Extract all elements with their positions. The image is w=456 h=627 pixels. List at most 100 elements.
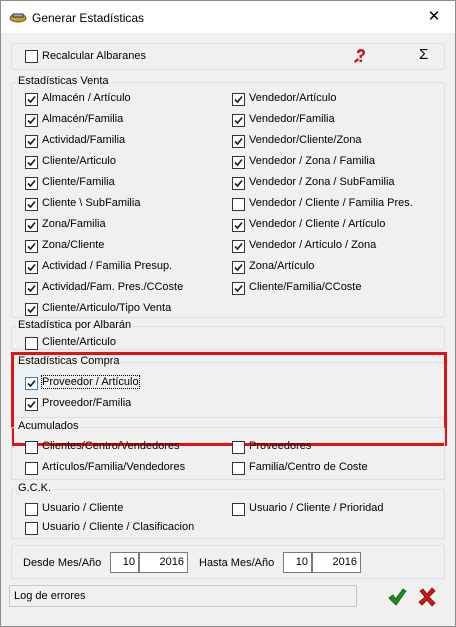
accept-button[interactable] xyxy=(387,587,407,607)
checkbox[interactable] xyxy=(232,462,245,475)
check-icon xyxy=(234,95,243,104)
checkbox[interactable] xyxy=(232,219,245,232)
checkbox[interactable] xyxy=(25,282,38,295)
hasta-mes-field[interactable]: 10 xyxy=(283,552,312,573)
checkbox-label: Vendedor / Cliente / Artículo xyxy=(249,218,386,230)
checkbox-label: Vendedor/Cliente/Zona xyxy=(249,134,362,146)
checkbox[interactable] xyxy=(25,93,38,106)
checkbox-label: Actividad/Familia xyxy=(42,134,126,146)
checkbox-label: Vendedor / Zona / Familia xyxy=(249,155,375,167)
checkbox[interactable] xyxy=(25,441,38,454)
window-title: Generar Estadísticas xyxy=(32,11,145,25)
checkbox-label: Zona/Familia xyxy=(42,218,106,230)
sigma-icon[interactable]: Σ xyxy=(419,46,428,63)
check-icon xyxy=(27,200,36,209)
recalcular-checkbox[interactable] xyxy=(25,50,38,63)
checkbox-label: Vendedor/Familia xyxy=(249,113,335,125)
error-log-bar[interactable]: Log de errores xyxy=(9,585,357,607)
checkbox-label: Almacén/Familia xyxy=(42,113,124,125)
title-bar: Generar Estadísticas ✕ xyxy=(1,1,455,33)
checkbox[interactable] xyxy=(232,441,245,454)
checkbox-label: Cliente/Familia xyxy=(42,176,115,188)
checkbox-label: Zona/Cliente xyxy=(42,239,105,251)
checkbox-label: Vendedor / Artículo / Zona xyxy=(249,239,377,251)
checkbox-label: Zona/Artículo xyxy=(249,260,315,272)
checkbox[interactable] xyxy=(25,156,38,169)
checkbox[interactable] xyxy=(25,219,38,232)
checkbox-label: Vendedor/Artículo xyxy=(249,92,337,104)
checkbox[interactable] xyxy=(232,135,245,148)
check-icon xyxy=(27,305,36,314)
checkbox-label: Proveedores xyxy=(249,440,312,452)
close-button[interactable]: ✕ xyxy=(413,1,455,33)
checkbox-label: Artículos/Familia/Vendedores xyxy=(42,461,186,473)
app-icon xyxy=(9,13,27,23)
checkbox[interactable] xyxy=(232,114,245,127)
hasta-anio-field[interactable]: 2016 xyxy=(312,552,361,573)
gck-group-title: G.C.K. xyxy=(16,482,54,494)
checkbox-label: Vendedor / Zona / SubFamilia xyxy=(249,176,395,188)
checkbox-label: Cliente/Articulo xyxy=(42,336,116,348)
check-icon xyxy=(27,221,36,230)
help-button[interactable] xyxy=(353,48,369,64)
checkbox[interactable] xyxy=(25,114,38,127)
checkbox-label: Vendedor / Cliente / Familia Pres. xyxy=(249,197,413,209)
check-icon xyxy=(27,95,36,104)
checkbox-label: Cliente/Articulo xyxy=(42,155,116,167)
check-icon xyxy=(27,179,36,188)
recalcular-label: Recalcular Albaranes xyxy=(42,50,146,62)
error-log-label: Log de errores xyxy=(14,590,86,602)
checkbox[interactable] xyxy=(232,198,245,211)
dialog-window: Generar Estadísticas ✕ Recalcular Albara… xyxy=(0,0,456,627)
albaran-group-title: Estadística por Albarán xyxy=(16,319,134,331)
check-icon xyxy=(27,116,36,125)
checkbox-label: Actividad / Familia Presup. xyxy=(42,260,173,272)
check-icon xyxy=(27,242,36,251)
checkbox[interactable] xyxy=(232,177,245,190)
venta-group-title: Estadísticas Venta xyxy=(16,75,111,87)
hasta-label: Hasta Mes/Año xyxy=(199,557,275,569)
checkbox[interactable] xyxy=(232,156,245,169)
checkbox[interactable] xyxy=(25,261,38,274)
desde-anio-field[interactable]: 2016 xyxy=(139,552,188,573)
checkbox-label: Cliente/Familia/CCoste xyxy=(249,281,362,293)
cancel-x-icon xyxy=(418,587,436,607)
check-icon xyxy=(27,158,36,167)
checkbox-label: Cliente \ SubFamilia xyxy=(42,197,141,209)
checkbox[interactable] xyxy=(25,240,38,253)
checkbox[interactable] xyxy=(232,93,245,106)
checkbox[interactable] xyxy=(232,261,245,274)
check-icon xyxy=(234,179,243,188)
check-icon xyxy=(234,221,243,230)
checkbox[interactable] xyxy=(232,282,245,295)
checkbox[interactable] xyxy=(25,135,38,148)
checkbox[interactable] xyxy=(25,522,38,535)
cancel-button[interactable] xyxy=(417,587,437,607)
check-icon xyxy=(234,242,243,251)
checkbox[interactable] xyxy=(232,240,245,253)
checkbox[interactable] xyxy=(25,503,38,516)
check-icon xyxy=(234,263,243,272)
check-icon xyxy=(27,137,36,146)
check-mark-icon xyxy=(388,588,407,606)
checkbox[interactable] xyxy=(25,337,38,350)
checkbox-label: Clientes/Centro/Vendedores xyxy=(42,440,180,452)
checkbox-label: Usuario / Cliente / Prioridad xyxy=(249,502,384,514)
checkbox[interactable] xyxy=(25,198,38,211)
checkbox-label: Usuario / Cliente xyxy=(42,502,124,514)
check-icon xyxy=(234,158,243,167)
help-icon xyxy=(354,49,365,63)
check-icon xyxy=(234,137,243,146)
check-icon xyxy=(234,116,243,125)
checkbox[interactable] xyxy=(232,503,245,516)
checkbox[interactable] xyxy=(25,177,38,190)
close-icon: ✕ xyxy=(427,8,441,25)
checkbox[interactable] xyxy=(25,462,38,475)
acumulados-group-title: Acumulados xyxy=(16,420,81,432)
desde-label: Desde Mes/Año xyxy=(23,557,102,569)
checkbox-label: Usuario / Cliente / Clasificacion xyxy=(42,521,195,533)
checkbox-label: Almacén / Artículo xyxy=(42,92,131,104)
checkbox[interactable] xyxy=(25,303,38,316)
desde-mes-field[interactable]: 10 xyxy=(110,552,139,573)
checkbox-label: Actividad/Fam. Pres./CCoste xyxy=(42,281,184,293)
